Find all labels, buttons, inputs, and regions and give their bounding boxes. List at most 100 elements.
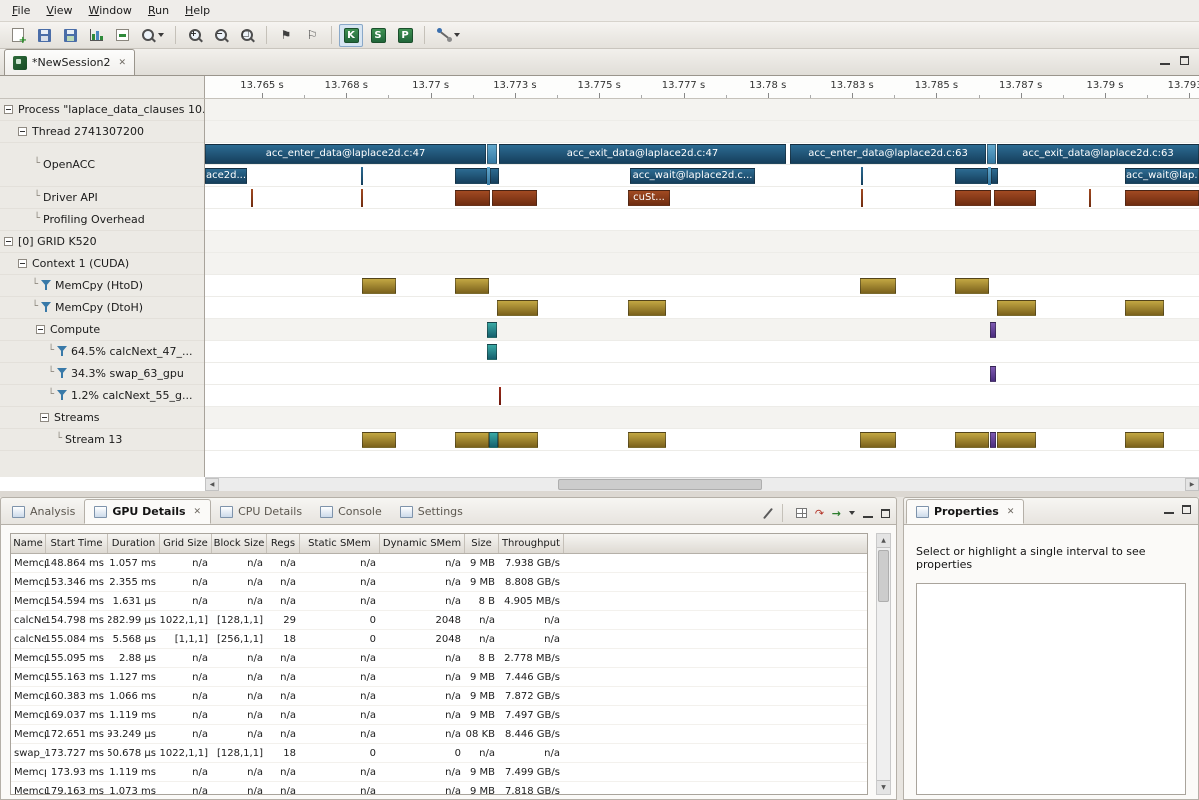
- save-all-button[interactable]: [58, 24, 82, 47]
- table-row[interactable]: Memcp(160.383 ms1.066 msn/an/an/an/an/a9…: [11, 687, 867, 706]
- close-icon[interactable]: ✕: [118, 58, 126, 68]
- timeline-bar[interactable]: [990, 322, 996, 338]
- timeline-bar[interactable]: [861, 167, 863, 185]
- maximize-button[interactable]: [1182, 505, 1191, 514]
- timeline-bar[interactable]: [955, 168, 988, 184]
- table-vscrollbar[interactable]: ▲ ▼: [876, 533, 891, 795]
- table-row[interactable]: Memcp(172.651 ms93.249 µsn/an/an/an/an/a…: [11, 725, 867, 744]
- column-header-static-smem[interactable]: Static SMem: [300, 534, 380, 553]
- collapse-icon[interactable]: [4, 237, 13, 246]
- timeline-bar[interactable]: [955, 190, 991, 206]
- tree-item-process-laplace-data-clauses-10[interactable]: Process "laplace_data_clauses 10...: [0, 99, 204, 121]
- column-header-start-time[interactable]: Start Time: [46, 534, 108, 553]
- columns-icon[interactable]: [796, 508, 807, 518]
- menu-run[interactable]: Run: [140, 1, 177, 20]
- table-row[interactable]: Memcp(155.095 ms2.88 µsn/an/an/an/an/a8 …: [11, 649, 867, 668]
- tab-console[interactable]: Console: [311, 499, 391, 524]
- timeline-bar[interactable]: acc_exit_data@laplace2d.c:47: [499, 144, 786, 164]
- maximize-button[interactable]: [881, 509, 890, 518]
- column-header-duration[interactable]: Duration: [108, 534, 160, 553]
- column-header-throughput[interactable]: Throughput: [499, 534, 564, 553]
- table-row[interactable]: Memcp(154.594 ms1.631 µsn/an/an/an/an/a8…: [11, 592, 867, 611]
- tree-item-64-5-calcnext-47[interactable]: └64.5% calcNext_47_...: [0, 341, 204, 363]
- scroll-thumb[interactable]: [558, 479, 762, 490]
- timeline-bar[interactable]: [990, 366, 996, 382]
- marker-back-button[interactable]: ⚐: [300, 24, 324, 47]
- export-csv-icon[interactable]: →: [832, 508, 841, 519]
- collapse-icon[interactable]: [36, 325, 45, 334]
- filter-icon[interactable]: [41, 302, 51, 313]
- timeline-bar[interactable]: [1089, 189, 1091, 207]
- scroll-left-arrow[interactable]: ◀: [205, 478, 219, 491]
- table-row[interactable]: Memcp(148.864 ms1.057 msn/an/an/an/an/a9…: [11, 554, 867, 573]
- tree-item-compute[interactable]: Compute: [0, 319, 204, 341]
- tree-item-stream-13[interactable]: └Stream 13: [0, 429, 204, 451]
- filter-icon[interactable]: [41, 280, 51, 291]
- timeline-bar[interactable]: [997, 432, 1036, 448]
- toggle-p-button[interactable]: P: [393, 24, 417, 47]
- filter-icon[interactable]: [57, 346, 67, 357]
- table-row[interactable]: Memcp(153.346 ms2.355 msn/an/an/an/an/a9…: [11, 573, 867, 592]
- menu-view[interactable]: View: [38, 1, 80, 20]
- timeline-bar[interactable]: [487, 322, 497, 338]
- export-button[interactable]: [110, 24, 134, 47]
- tree-item-openacc[interactable]: └OpenACC: [0, 143, 204, 187]
- timeline-bar[interactable]: [955, 278, 989, 294]
- zoom-out-button[interactable]: −: [209, 24, 233, 47]
- timeline-bar[interactable]: [991, 168, 998, 184]
- timeline-canvas[interactable]: acc_enter_data@laplace2d.c:47 acc_exit_da…: [205, 99, 1199, 477]
- timeline-bar[interactable]: [861, 189, 863, 207]
- column-header-regs[interactable]: Regs: [267, 534, 300, 553]
- timeline-bar[interactable]: acc_exit_data@laplace2d.c:63: [997, 144, 1199, 164]
- chart-button[interactable]: [84, 24, 108, 47]
- close-icon[interactable]: ✕: [1007, 507, 1015, 517]
- collapse-icon[interactable]: [18, 259, 27, 268]
- table-row[interactable]: Memcp(179.163 ms1.073 msn/an/an/an/an/a9…: [11, 782, 867, 795]
- tab-cpu-details[interactable]: CPU Details: [211, 499, 311, 524]
- tree-item-streams[interactable]: Streams: [0, 407, 204, 429]
- timeline-bar[interactable]: [497, 300, 538, 316]
- scroll-up-arrow[interactable]: ▲: [877, 534, 890, 548]
- minimize-button[interactable]: [1164, 505, 1174, 514]
- minimize-button[interactable]: [1160, 56, 1170, 65]
- collapse-icon[interactable]: [18, 127, 27, 136]
- timeline-bar[interactable]: [362, 432, 396, 448]
- scroll-down-arrow[interactable]: ▼: [877, 780, 890, 794]
- tree-item-profiling-overhead[interactable]: └Profiling Overhead: [0, 209, 204, 231]
- menu-file[interactable]: File: [4, 1, 38, 20]
- maximize-button[interactable]: [1180, 56, 1189, 65]
- timeline-bar[interactable]: [492, 190, 537, 206]
- timeline-bar[interactable]: [487, 344, 497, 360]
- timeline-bar[interactable]: [455, 190, 490, 206]
- table-row[interactable]: calcNe(154.798 ms282.99 µs[1022,1,1][128…: [11, 611, 867, 630]
- timeline-bar[interactable]: [955, 432, 989, 448]
- table-row[interactable]: Memcp(169.037 ms1.119 msn/an/an/an/an/a9…: [11, 706, 867, 725]
- timeline-bar[interactable]: acc_wait@laplace2d.c...: [630, 168, 755, 184]
- table-row[interactable]: swap_6(173.727 ms50.678 µs[1022,1,1][128…: [11, 744, 867, 763]
- timeline-bar[interactable]: [997, 300, 1036, 316]
- timeline-hscrollbar[interactable]: ◀ ▶: [205, 477, 1199, 491]
- scroll-right-arrow[interactable]: ▶: [1185, 478, 1199, 491]
- analysis-menu-button[interactable]: [432, 24, 464, 47]
- timeline-bar[interactable]: [499, 387, 501, 405]
- timeline-bar[interactable]: [489, 432, 498, 448]
- timeline-bar[interactable]: acc_enter_data@laplace2d.c:47: [205, 144, 486, 164]
- tab-analysis[interactable]: Analysis: [3, 499, 84, 524]
- table-row[interactable]: Memcp(155.163 ms1.127 msn/an/an/an/an/a9…: [11, 668, 867, 687]
- timeline-bar[interactable]: [994, 190, 1036, 206]
- tree-item-memcpy-htod[interactable]: └MemCpy (HtoD): [0, 275, 204, 297]
- timeline-bar[interactable]: [251, 189, 253, 207]
- minimize-button[interactable]: [863, 509, 873, 518]
- timeline-bar[interactable]: [455, 278, 489, 294]
- table-row[interactable]: calcNe(155.084 ms5.568 µs[1,1,1][256,1,1…: [11, 630, 867, 649]
- tab-properties[interactable]: Properties ✕: [906, 499, 1024, 524]
- timeline-bar[interactable]: [990, 432, 996, 448]
- timeline-bar[interactable]: ace2d...: [205, 168, 247, 184]
- timeline-bar[interactable]: acc_enter_data@laplace2d.c:63: [790, 144, 986, 164]
- menu-help[interactable]: Help: [177, 1, 218, 20]
- column-header-dynamic-smem[interactable]: Dynamic SMem: [380, 534, 465, 553]
- zoom-fit-button[interactable]: □: [235, 24, 259, 47]
- timeline-bar[interactable]: [1125, 300, 1164, 316]
- tree-item-memcpy-dtoh[interactable]: └MemCpy (DtoH): [0, 297, 204, 319]
- zoom-in-button[interactable]: +: [183, 24, 207, 47]
